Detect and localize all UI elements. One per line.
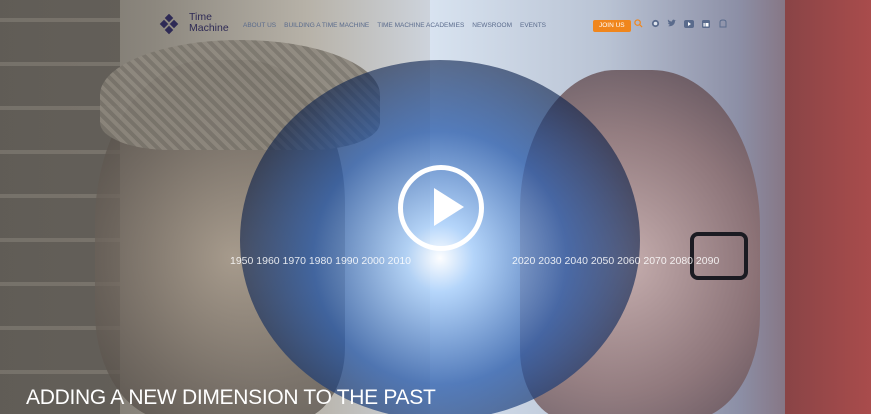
main-nav: ABOUT US BUILDING A TIME MACHINE TIME MA… [243,22,546,29]
logo-line-2: Machine [189,22,229,34]
nav-time-machine-academies[interactable]: TIME MACHINE ACADEMIES [377,22,464,29]
building-right-image [785,0,871,414]
timeline-future: 2020 2030 2040 2050 2060 2070 2080 2090 [512,255,720,267]
youtube-icon[interactable] [684,19,694,31]
linkedin-icon[interactable] [701,19,711,31]
nav-events[interactable]: EVENTS [520,22,546,29]
nav-newsroom[interactable]: NEWSROOM [472,22,512,29]
header-icons [633,19,728,31]
nav-building-a-time-machine[interactable]: BUILDING A TIME MACHINE [284,22,369,29]
search-icon[interactable] [633,19,643,31]
join-us-button[interactable]: JOIN US [593,20,631,32]
hero-headline: ADDING A NEW DIMENSION TO THE PAST [26,386,436,409]
logo-wordmark[interactable]: Time Machine [189,12,229,34]
timeline-past: 1950 1960 1970 1980 1990 2000 2010 [230,255,412,267]
play-icon[interactable] [434,188,464,226]
nav-about-us[interactable]: ABOUT US [243,22,276,29]
site-header: Time Machine ABOUT US BUILDING A TIME MA… [0,0,871,48]
time-machine-logo-icon[interactable] [158,14,180,36]
twitter-icon[interactable] [667,19,677,31]
github-icon[interactable] [650,19,660,31]
hero-section: 1950 1960 1970 1980 1990 2000 2010 2020 … [0,0,871,414]
facebook-icon[interactable] [718,19,728,31]
